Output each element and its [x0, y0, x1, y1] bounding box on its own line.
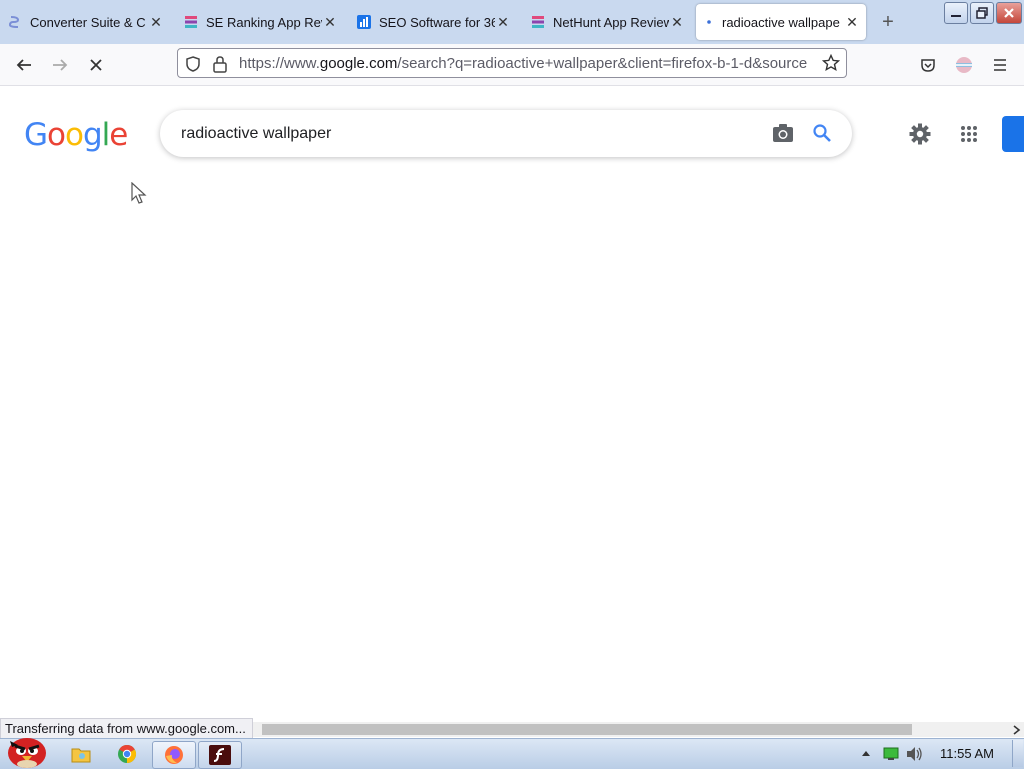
scroll-right-arrow-icon[interactable]: [1013, 725, 1021, 735]
address-bar[interactable]: https://www.google.com/search?q=radioact…: [177, 48, 847, 78]
back-arrow-icon: [16, 59, 31, 71]
back-button[interactable]: [13, 54, 35, 76]
close-tab-icon[interactable]: ✕: [495, 14, 511, 31]
mouse-cursor-icon: [131, 182, 147, 204]
stack-favicon: [185, 16, 197, 28]
tab-title: SEO Software for 36: [379, 14, 495, 30]
minimize-button[interactable]: [944, 2, 968, 24]
stop-icon: [90, 59, 102, 71]
tab-radioactive-wallpaper[interactable]: radioactive wallpape ✕: [696, 4, 866, 40]
tab-title: Converter Suite & C: [30, 14, 146, 30]
account-button[interactable]: [953, 54, 975, 76]
google-logo-text: Google: [24, 117, 128, 153]
tab-strip: Converter Suite & C ✕ SE Ranking App Rev…: [0, 0, 1024, 44]
settings-gear-icon[interactable]: [908, 122, 932, 146]
tab-converter-suite[interactable]: Converter Suite & C ✕: [0, 4, 170, 40]
close-tab-icon[interactable]: ✕: [148, 14, 164, 31]
window-controls: [944, 2, 1022, 24]
restore-icon: [976, 7, 988, 19]
show-desktop-button[interactable]: [1012, 740, 1023, 767]
google-logo[interactable]: Google: [24, 117, 128, 153]
url-prefix: https://www.: [239, 55, 320, 72]
tab-title: NetHunt App Review: [553, 14, 669, 30]
tab-nethunt[interactable]: NetHunt App Review ✕: [523, 4, 691, 40]
network-icon[interactable]: [883, 747, 899, 761]
tab-title: radioactive wallpape: [722, 14, 840, 30]
taskbar: 11:55 AM: [0, 738, 1024, 769]
folder-icon: [71, 748, 91, 763]
google-logo-letter: g: [82, 117, 103, 153]
restore-button[interactable]: [970, 2, 994, 24]
bookmark-star-icon[interactable]: [822, 54, 840, 72]
google-logo-letter: o: [65, 117, 84, 153]
google-logo-letter: G: [24, 117, 48, 153]
close-tab-icon[interactable]: ✕: [669, 14, 685, 31]
apps-grid-icon[interactable]: [960, 125, 978, 143]
stack-favicon: [532, 16, 544, 28]
volume-icon[interactable]: [905, 746, 923, 762]
angry-bird-start-icon[interactable]: [4, 731, 50, 769]
taskbar-clock[interactable]: 11:55 AM: [940, 746, 994, 761]
hamburger-menu-icon: [994, 59, 1006, 71]
sign-in-button[interactable]: [1002, 116, 1024, 152]
minimize-icon: [951, 15, 961, 17]
new-tab-button[interactable]: +: [876, 10, 900, 34]
taskbar-firefox[interactable]: [152, 741, 196, 769]
search-icon[interactable]: [812, 123, 832, 143]
lock-icon[interactable]: [212, 55, 228, 73]
search-box[interactable]: radioactive wallpaper: [160, 110, 852, 157]
pocket-icon: [921, 59, 935, 72]
bar-chart-favicon: [357, 15, 371, 29]
tab-se-ranking[interactable]: SE Ranking App Revi ✕: [176, 4, 344, 40]
close-tab-icon[interactable]: ✕: [322, 14, 338, 31]
close-tab-icon[interactable]: ✕: [844, 14, 860, 31]
converter-suite-favicon: [8, 16, 20, 28]
shield-icon[interactable]: [184, 55, 202, 73]
close-window-button[interactable]: [996, 2, 1022, 24]
taskbar-flash[interactable]: [198, 741, 242, 769]
navigation-toolbar: https://www.google.com/search?q=radioact…: [0, 44, 1024, 86]
pocket-button[interactable]: [917, 54, 939, 76]
taskbar-chrome[interactable]: [110, 741, 144, 767]
scrollbar-thumb[interactable]: [262, 724, 912, 735]
taskbar-explorer[interactable]: [64, 741, 98, 767]
firefox-icon: [165, 746, 183, 764]
tab-seo-software[interactable]: SEO Software for 36 ✕: [349, 4, 517, 40]
url-domain: google.com: [319, 55, 398, 72]
forward-button[interactable]: [49, 54, 71, 76]
google-logo-letter: e: [109, 117, 128, 153]
stop-loading-button[interactable]: [85, 54, 107, 76]
tab-title: SE Ranking App Revi: [206, 14, 322, 30]
flash-icon: [209, 745, 231, 765]
url-text[interactable]: https://www.google.com/search?q=radioact…: [239, 55, 813, 72]
search-input[interactable]: radioactive wallpaper: [181, 125, 331, 143]
forward-arrow-icon: [53, 59, 68, 71]
google-logo-letter: o: [47, 117, 66, 153]
close-icon: [1004, 8, 1014, 18]
camera-icon[interactable]: [772, 123, 794, 143]
account-avatar-icon: [956, 57, 972, 73]
show-hidden-icons-icon[interactable]: [861, 749, 871, 757]
url-path: /search?q=radioactive+wallpaper&client=f…: [397, 55, 808, 72]
chrome-icon: [118, 744, 137, 763]
loading-dot: [707, 20, 711, 24]
menu-button[interactable]: [989, 54, 1011, 76]
